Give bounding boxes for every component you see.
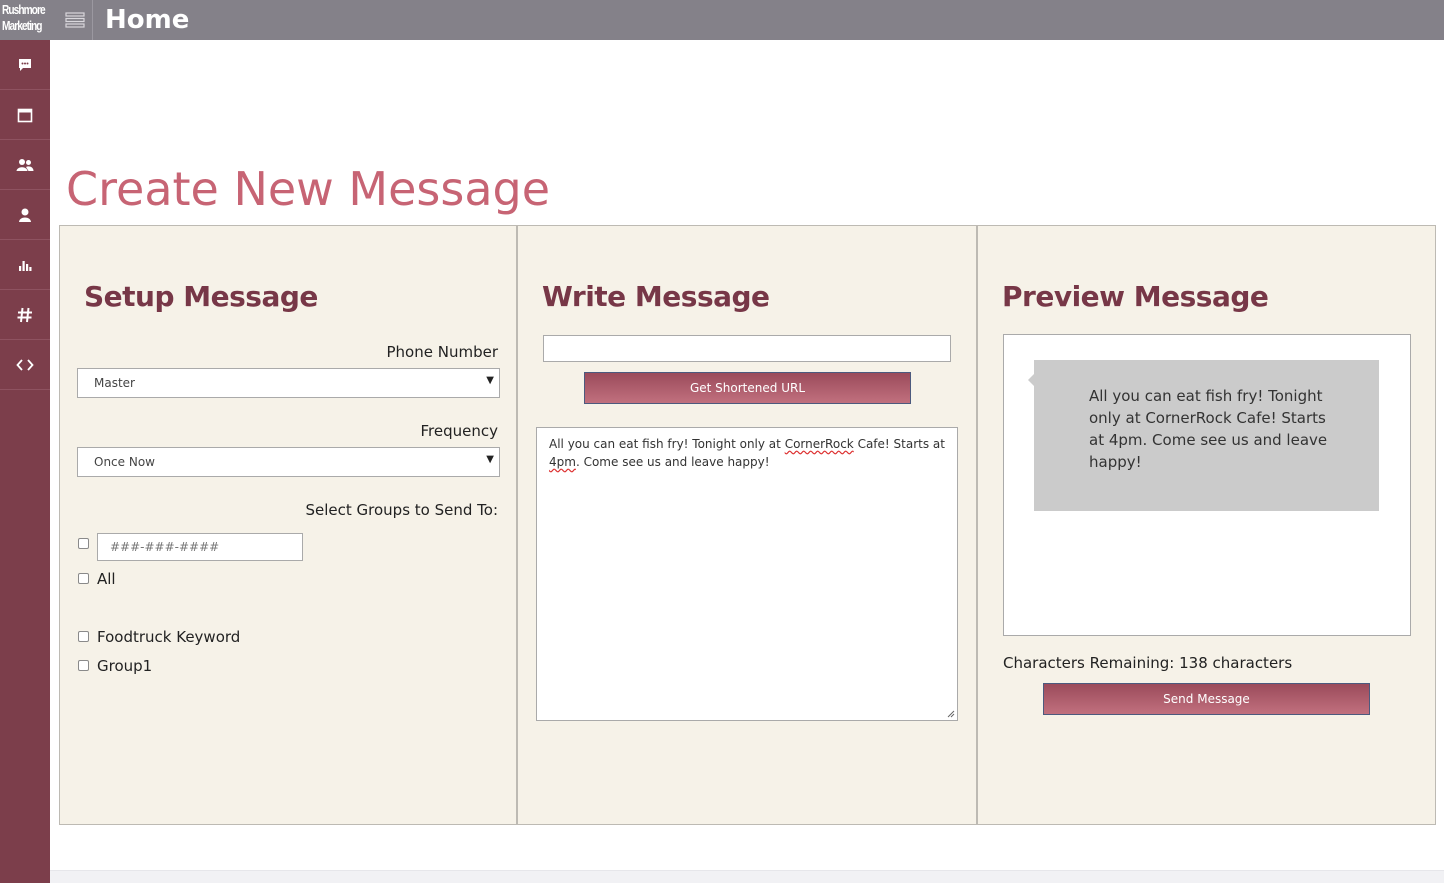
phone-number-select-value: Master: [94, 376, 135, 390]
hamburger-icon: [64, 12, 85, 28]
sidebar-item-keywords[interactable]: [0, 290, 50, 340]
preview-text: All you can eat fish fry! Tonight only a…: [1089, 387, 1328, 471]
message-text-part-1: All you can eat fish fry! Tonight only a…: [549, 437, 785, 451]
sidebar-item-profile[interactable]: [0, 190, 50, 240]
logo: Rushmore Marketing: [2, 2, 46, 38]
group-label-group1: Group1: [97, 657, 153, 675]
group-checkbox-foodtruck[interactable]: [78, 631, 89, 642]
code-icon: [16, 358, 34, 371]
preview-message-title: Preview Message: [1002, 280, 1269, 313]
groups-label: Select Groups to Send To:: [305, 501, 498, 519]
sidebar-item-messages[interactable]: [0, 40, 50, 90]
message-spelling-word-2: 4pm: [549, 455, 576, 469]
dropdown-caret-icon: ▼: [486, 375, 494, 386]
preview-message-panel: Preview Message All you can eat fish fry…: [977, 225, 1436, 825]
group-checkbox-all[interactable]: [78, 573, 89, 584]
sidebar: [0, 40, 50, 883]
hashtag-icon: [17, 307, 32, 322]
group-label-all: All: [97, 570, 116, 588]
top-bar: Rushmore Marketing Home: [0, 0, 1444, 40]
logo-line-1: Rushmore: [2, 2, 46, 17]
calendar-icon: [17, 108, 33, 122]
setup-message-panel: Setup Message Phone Number Master ▼ Freq…: [59, 225, 517, 825]
page-footer-strip: [50, 870, 1444, 883]
message-bubble: All you can eat fish fry! Tonight only a…: [1028, 360, 1379, 511]
sidebar-item-groups[interactable]: [0, 140, 50, 190]
chat-icon: [19, 58, 31, 71]
bubble-tail: [1028, 374, 1034, 386]
message-spelling-word-1: CornerRock: [784, 437, 854, 451]
send-message-button[interactable]: Send Message: [1043, 683, 1370, 715]
dropdown-caret-icon: ▼: [486, 454, 494, 465]
preview-box: All you can eat fish fry! Tonight only a…: [1003, 334, 1411, 636]
message-text-part-3: . Come see us and leave happy!: [575, 455, 770, 469]
sidebar-item-calendar[interactable]: [0, 90, 50, 140]
resize-handle-icon[interactable]: [947, 710, 955, 718]
phone-number-checkbox[interactable]: [78, 538, 89, 549]
url-input[interactable]: [543, 335, 951, 362]
frequency-label: Frequency: [420, 422, 499, 440]
characters-remaining: Characters Remaining: 138 characters: [1003, 654, 1293, 672]
setup-message-title: Setup Message: [84, 280, 318, 313]
users-icon: [16, 158, 34, 171]
write-message-title: Write Message: [542, 280, 770, 313]
logo-line-2: Marketing: [2, 18, 42, 33]
bar-chart-icon: [19, 260, 32, 271]
group-label-foodtruck: Foodtruck Keyword: [97, 628, 241, 646]
message-textarea[interactable]: All you can eat fish fry! Tonight only a…: [536, 427, 958, 721]
page-heading: Create New Message: [66, 162, 551, 216]
menu-toggle-button[interactable]: [57, 0, 93, 40]
group-checkbox-group1[interactable]: [78, 660, 89, 671]
get-shortened-url-button[interactable]: Get Shortened URL: [584, 372, 911, 404]
frequency-select-value: Once Now: [94, 455, 155, 469]
sidebar-item-reports[interactable]: [0, 240, 50, 290]
frequency-select[interactable]: Once Now ▼: [77, 447, 500, 477]
write-message-panel: Write Message Get Shortened URL All you …: [517, 225, 977, 825]
phone-number-select[interactable]: Master ▼: [77, 368, 500, 398]
phone-number-label: Phone Number: [386, 343, 499, 361]
user-icon: [19, 208, 31, 222]
page-title: Home: [105, 5, 190, 35]
sidebar-item-embed[interactable]: [0, 340, 50, 390]
phone-number-input[interactable]: [97, 533, 303, 561]
message-text-part-2: Cafe! Starts at: [853, 437, 945, 451]
